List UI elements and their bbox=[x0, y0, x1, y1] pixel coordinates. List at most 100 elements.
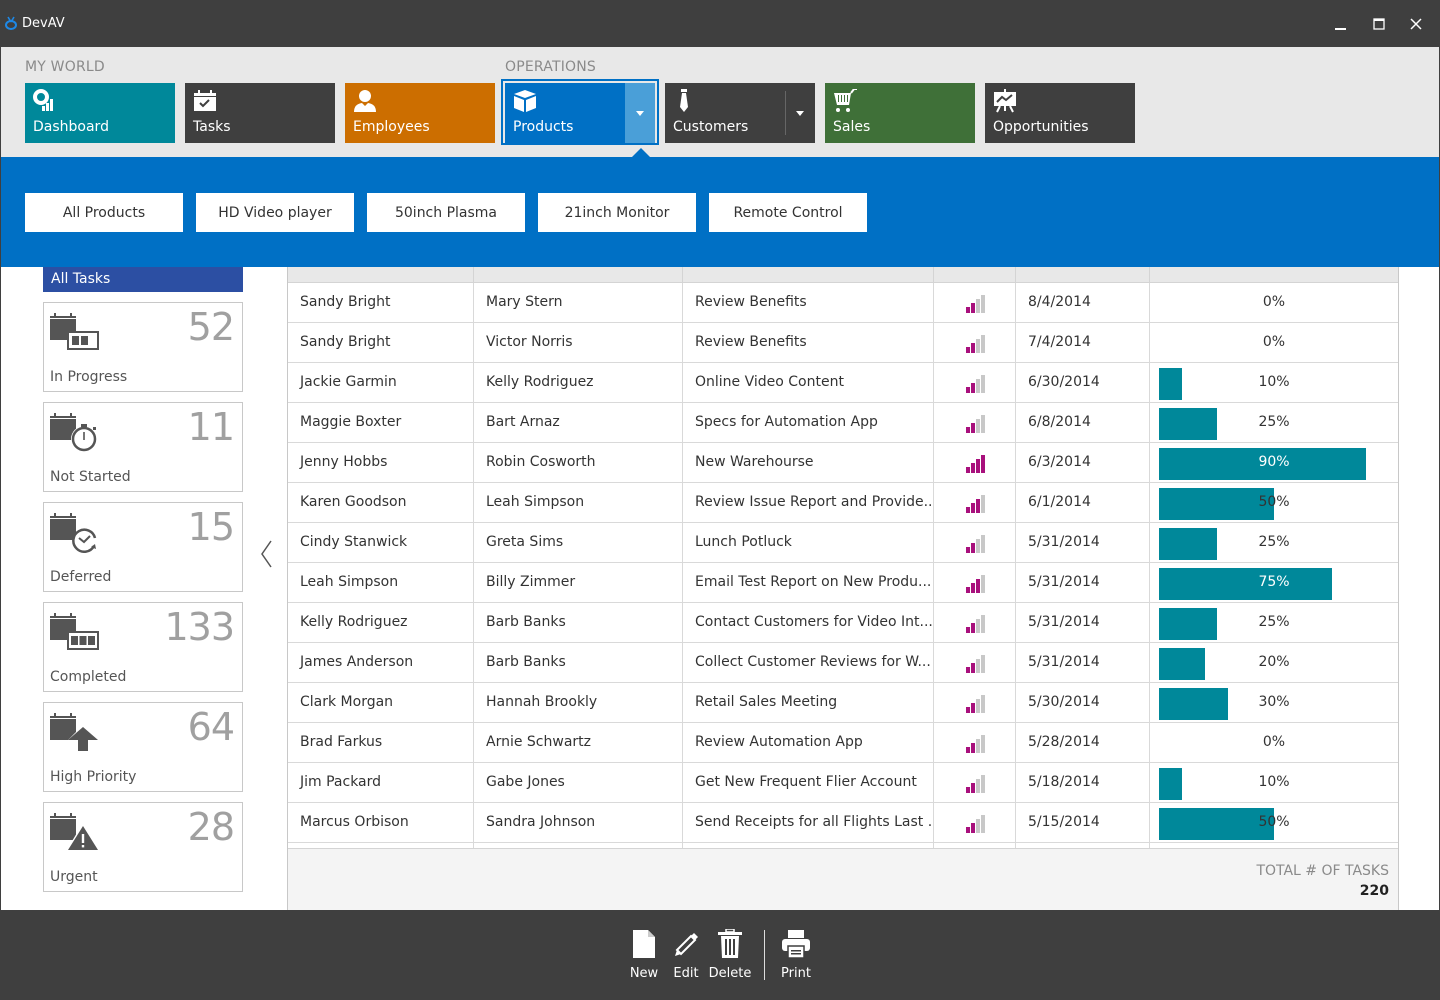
table-row[interactable]: Jackie Garmin Kelly Rodriguez Online Video… bbox=[288, 363, 1398, 403]
table-row[interactable]: Kelly Rodriguez Barb Banks Contact Custome… bbox=[288, 603, 1398, 643]
stat-label: Deferred bbox=[50, 569, 112, 585]
all-tasks-header[interactable]: All Tasks bbox=[43, 267, 243, 292]
stat-card-completed[interactable]: 133 Completed bbox=[43, 602, 243, 692]
cell-due-date: 6/3/2014 bbox=[1016, 443, 1150, 482]
priority-bar bbox=[981, 815, 985, 833]
tile-label: Customers bbox=[673, 119, 749, 135]
priority-bars-icon bbox=[966, 775, 985, 793]
customers-dropdown-button[interactable] bbox=[785, 83, 815, 143]
table-row[interactable]: Cindy Stanwick Greta Sims Lunch Potluck 5/3… bbox=[288, 523, 1398, 563]
cell-owner: Arnie Schwartz bbox=[474, 723, 683, 762]
cell-progress: 50% bbox=[1150, 483, 1398, 522]
cell-due-date: 5/15/2014 bbox=[1016, 803, 1150, 842]
stat-card-urgent[interactable]: 28 Urgent bbox=[43, 802, 243, 892]
print-button[interactable]: Print bbox=[779, 928, 813, 984]
edit-button[interactable]: Edit bbox=[671, 928, 701, 984]
table-row[interactable]: Leah Simpson Billy Zimmer Email Test Repor… bbox=[288, 563, 1398, 603]
cell-assigned: Jim Packard bbox=[288, 763, 474, 802]
cell-due-date: 5/31/2014 bbox=[1016, 643, 1150, 682]
stat-card-not-started[interactable]: 11 Not Started bbox=[43, 402, 243, 492]
priority-bar bbox=[981, 615, 985, 633]
tile-opportunities[interactable]: Opportunities bbox=[985, 83, 1135, 143]
cell-due-date: 5/18/2014 bbox=[1016, 763, 1150, 802]
priority-bar bbox=[981, 375, 985, 393]
cell-assigned: Jackie Garmin bbox=[288, 363, 474, 402]
tile-dashboard[interactable]: Dashboard bbox=[25, 83, 175, 143]
priority-bar bbox=[976, 739, 980, 753]
box-icon bbox=[514, 90, 536, 112]
stat-card-high-priority[interactable]: 64 High Priority bbox=[43, 702, 243, 792]
column-header-owner[interactable] bbox=[474, 267, 683, 283]
table-row[interactable]: Brad Farkus Arnie Schwartz Review Automati… bbox=[288, 723, 1398, 763]
column-header-priority[interactable] bbox=[934, 267, 1016, 283]
filter-21inch-monitor[interactable]: 21inch Monitor bbox=[538, 193, 696, 232]
table-row[interactable]: Marcus Orbison Sandra Johnson Send Receipt… bbox=[288, 803, 1398, 843]
column-header-due-date[interactable] bbox=[1016, 267, 1150, 283]
tile-products[interactable]: Products bbox=[505, 83, 655, 143]
cell-priority bbox=[934, 283, 1016, 322]
column-header-subject[interactable] bbox=[683, 267, 934, 283]
collapse-sidebar-button[interactable] bbox=[256, 537, 276, 571]
new-button[interactable]: New bbox=[629, 928, 659, 984]
table-row[interactable]: Karen Goodson Leah Simpson Review Issue Re… bbox=[288, 483, 1398, 523]
table-row[interactable]: Jenny Hobbs Robin Cosworth New Warehourse 6… bbox=[288, 443, 1398, 483]
priority-bar bbox=[966, 827, 970, 833]
filter-hd-video-player[interactable]: HD Video player bbox=[196, 193, 354, 232]
progress-label: 10% bbox=[1258, 374, 1290, 390]
maximize-button[interactable] bbox=[1364, 10, 1394, 38]
delete-button[interactable]: Delete bbox=[709, 928, 751, 984]
tile-sales[interactable]: Sales bbox=[825, 83, 975, 143]
cell-assigned: James Anderson bbox=[288, 643, 474, 682]
priority-bar bbox=[981, 335, 985, 353]
cell-subject: Email Test Report on New Produ... bbox=[683, 563, 934, 602]
cell-subject: Collect Customer Reviews for W... bbox=[683, 643, 934, 682]
new-document-icon bbox=[633, 930, 655, 958]
priority-bar bbox=[976, 579, 980, 593]
maximize-icon bbox=[1373, 18, 1385, 30]
progress-label: 0% bbox=[1262, 294, 1286, 310]
minimize-button[interactable] bbox=[1325, 10, 1355, 38]
table-row[interactable]: Sandy Bright Mary Stern Review Benefits 8/4… bbox=[288, 283, 1398, 323]
priority-bar bbox=[971, 303, 975, 313]
calendar-warning-icon bbox=[50, 813, 100, 851]
cell-assigned: Maggie Boxter bbox=[288, 403, 474, 442]
priority-bar bbox=[966, 587, 970, 593]
cell-progress: 75% bbox=[1150, 563, 1398, 602]
cell-subject: Get New Frequent Flier Account bbox=[683, 763, 934, 802]
tile-customers[interactable]: Customers bbox=[665, 83, 815, 143]
close-button[interactable] bbox=[1401, 10, 1431, 38]
table-row[interactable]: James Anderson Barb Banks Collect Customer… bbox=[288, 643, 1398, 683]
priority-bar bbox=[976, 379, 980, 393]
tile-employees[interactable]: Employees bbox=[345, 83, 495, 143]
presentation-chart-icon bbox=[994, 89, 1016, 113]
group-label-my-world: MY WORLD bbox=[25, 59, 105, 75]
total-tasks-value: 220 bbox=[1359, 883, 1389, 899]
table-row[interactable]: Sandy Bright Victor Norris Review Benefits… bbox=[288, 323, 1398, 363]
priority-bar bbox=[976, 459, 980, 473]
cell-assigned: Sandy Bright bbox=[288, 323, 474, 362]
filter-all-products[interactable]: All Products bbox=[25, 193, 183, 232]
filter-remote-control[interactable]: Remote Control bbox=[709, 193, 867, 232]
products-dropdown-button[interactable] bbox=[625, 83, 655, 143]
column-header-progress[interactable] bbox=[1150, 267, 1398, 283]
table-row[interactable]: Jim Packard Gabe Jones Get New Frequent Fl… bbox=[288, 763, 1398, 803]
priority-bars-icon bbox=[966, 615, 985, 633]
progress-label: 50% bbox=[1258, 494, 1290, 510]
stat-label: Not Started bbox=[50, 469, 131, 485]
cell-priority bbox=[934, 323, 1016, 362]
stat-card-in-progress[interactable]: 52 In Progress bbox=[43, 302, 243, 392]
cell-owner: Billy Zimmer bbox=[474, 563, 683, 602]
table-row[interactable]: Maggie Boxter Bart Arnaz Specs for Automat… bbox=[288, 403, 1398, 443]
filter-50inch-plasma[interactable]: 50inch Plasma bbox=[367, 193, 525, 232]
tile-tasks[interactable]: Tasks bbox=[185, 83, 335, 143]
priority-bar bbox=[981, 535, 985, 553]
cell-due-date: 6/1/2014 bbox=[1016, 483, 1150, 522]
priority-bar bbox=[966, 467, 970, 473]
table-row[interactable]: Clark Morgan Hannah Brookly Retail Sales M… bbox=[288, 683, 1398, 723]
column-header-assigned[interactable] bbox=[288, 267, 474, 283]
app-title: DevAV bbox=[22, 16, 65, 31]
cell-owner: Hannah Brookly bbox=[474, 683, 683, 722]
stat-card-deferred[interactable]: 15 Deferred bbox=[43, 502, 243, 592]
tile-label: Dashboard bbox=[33, 119, 109, 135]
cell-priority bbox=[934, 523, 1016, 562]
